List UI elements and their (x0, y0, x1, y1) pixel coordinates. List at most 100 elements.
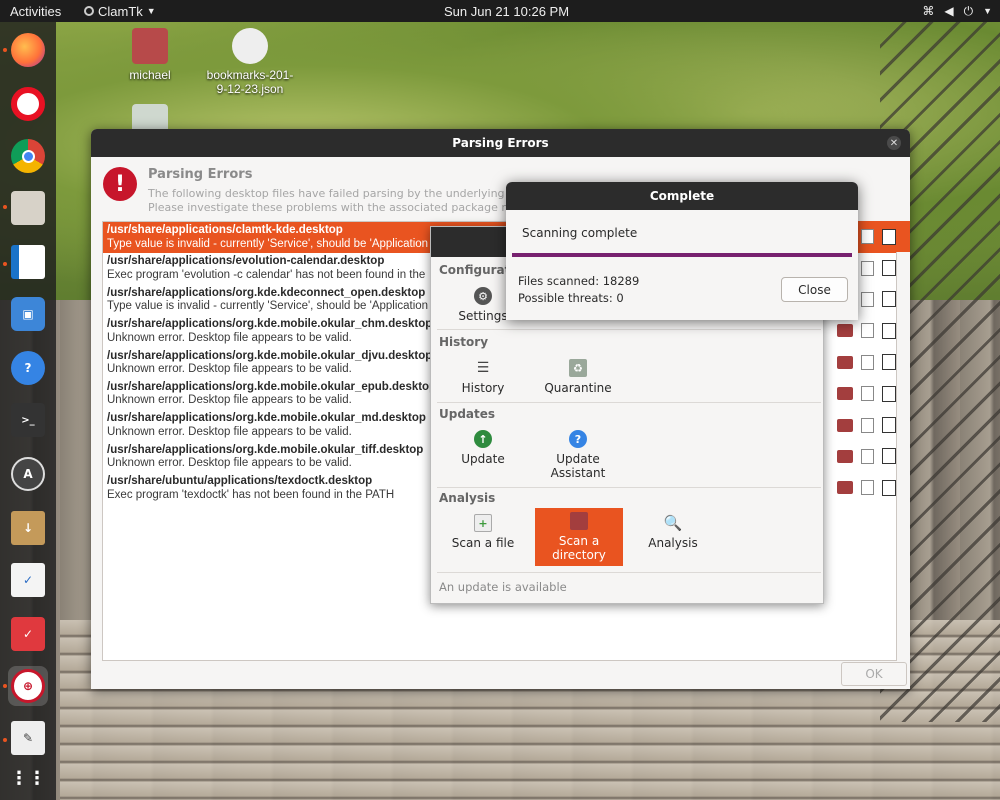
gear-icon: ⚙ (474, 287, 492, 305)
arrow-up-icon: ↑ (474, 430, 492, 448)
analysis-button[interactable]: 🔍 Analysis (629, 514, 717, 550)
terminal-icon[interactable]: >_ (8, 400, 48, 440)
app-menu[interactable]: ClamTk ▼ (84, 4, 156, 19)
help-icon[interactable]: ? (8, 348, 48, 388)
chevron-down-icon: ▼ (983, 6, 992, 16)
software-icon[interactable]: ▣ (8, 294, 48, 334)
desktop-icon-label: bookmarks-201-9-12-23.json (206, 68, 294, 96)
open-folder-icon[interactable] (837, 418, 853, 432)
open-folder-icon[interactable] (837, 387, 853, 401)
view-file-icon[interactable] (861, 417, 874, 433)
section-history: History (439, 335, 489, 349)
clock[interactable]: Sun Jun 21 10:26 PM (444, 4, 569, 19)
close-icon[interactable]: ✕ (887, 136, 901, 150)
network-icon: ⌘ (922, 4, 935, 18)
files-scanned: Files scanned: 18289 (518, 274, 640, 288)
top-bar: Activities ClamTk ▼ Sun Jun 21 10:26 PM … (0, 0, 1000, 22)
copy-icon[interactable] (882, 417, 896, 434)
app-menu-label: ClamTk (98, 3, 143, 19)
copy-icon[interactable] (882, 291, 896, 308)
scan-directory-label: Scan a directory (552, 534, 606, 562)
open-folder-icon[interactable] (837, 355, 853, 369)
view-file-icon[interactable] (861, 323, 874, 339)
software-updater-icon[interactable]: A (8, 454, 48, 494)
view-file-icon[interactable] (861, 260, 874, 276)
help-icon: ? (569, 430, 587, 448)
scan-status-message: Scanning complete (522, 226, 638, 240)
open-folder-icon[interactable] (837, 324, 853, 338)
section-updates: Updates (439, 407, 496, 421)
activities-button[interactable]: Activities (10, 4, 61, 19)
text-editor-icon[interactable]: ✎ (8, 718, 48, 758)
file-add-icon: + (474, 514, 492, 532)
firefox-icon[interactable] (8, 30, 48, 70)
json-file-icon (232, 28, 268, 64)
desktop-icon-label: michael (129, 68, 171, 82)
scan-file-button[interactable]: + Scan a file (439, 514, 527, 550)
archive-icon[interactable]: ↓ (8, 508, 48, 548)
window-title: Parsing Errors (452, 136, 549, 150)
task-app-icon[interactable]: ✓ (8, 614, 48, 654)
files-icon[interactable] (8, 188, 48, 228)
view-file-icon[interactable] (861, 386, 874, 402)
view-file-icon[interactable] (861, 291, 874, 307)
history-button[interactable]: ☰ History (439, 359, 527, 395)
open-folder-icon[interactable] (837, 481, 853, 495)
copy-icon[interactable] (882, 354, 896, 371)
update-label: Update (461, 452, 505, 466)
update-assistant-label: Update Assistant (550, 452, 606, 480)
dialog-description: Please investigate these problems with t… (148, 201, 529, 214)
progress-bar (512, 253, 852, 257)
list-icon: ☰ (476, 360, 490, 376)
copy-icon[interactable] (882, 448, 896, 465)
status-bar: An update is available (439, 580, 567, 594)
window-titlebar: Parsing Errors ✕ (91, 129, 910, 157)
view-file-icon[interactable] (861, 354, 874, 370)
settings-label: Settings (458, 309, 508, 323)
dialog-title: Complete (649, 189, 715, 203)
dialog-heading: Parsing Errors (148, 167, 253, 182)
folder-icon (570, 512, 588, 530)
scan-file-label: Scan a file (451, 536, 515, 550)
opera-icon[interactable] (8, 84, 48, 124)
copy-icon[interactable] (882, 260, 896, 277)
show-apps-icon[interactable]: ⋮⋮ (8, 758, 48, 798)
trash-icon: ♻ (569, 359, 587, 377)
view-file-icon[interactable] (861, 448, 874, 464)
copy-icon[interactable] (882, 322, 896, 339)
possible-threats: Possible threats: 0 (518, 291, 624, 305)
open-folder-icon[interactable] (837, 449, 853, 463)
scan-directory-button[interactable]: Scan a directory (535, 508, 623, 566)
complete-dialog: Complete Scanning complete Files scanned… (506, 182, 858, 320)
clamtk-dock-icon[interactable]: ⊕ (8, 666, 48, 706)
power-icon: ⏻ (963, 3, 974, 18)
ok-button[interactable]: OK (841, 662, 907, 686)
dock: ▣ ? >_ A ↓ ✓ ✓ ⊕ ✎ ⋮⋮ (0, 22, 56, 800)
system-tray[interactable]: ⌘ ◀ ⏻ ▼ (922, 4, 992, 19)
dialog-description: The following desktop files have failed … (148, 187, 533, 200)
error-icon: ! (103, 167, 137, 201)
close-button[interactable]: Close (781, 277, 848, 302)
section-analysis: Analysis (439, 491, 496, 505)
update-assistant-button[interactable]: ? Update Assistant (534, 430, 622, 480)
window-titlebar: Complete (506, 182, 858, 210)
update-button[interactable]: ↑ Update (439, 430, 527, 466)
document-viewer-icon[interactable]: ✓ (8, 560, 48, 600)
writer-icon[interactable] (8, 242, 48, 282)
history-label: History (461, 381, 505, 395)
volume-icon: ◀ (944, 4, 954, 18)
quarantine-button[interactable]: ♻ Quarantine (534, 359, 622, 395)
clamtk-small-icon (84, 6, 94, 16)
magnifier-icon: 🔍 (663, 514, 683, 532)
view-file-icon[interactable] (861, 480, 874, 496)
folder-home-icon (132, 28, 168, 64)
quarantine-label: Quarantine (544, 381, 612, 395)
copy-icon[interactable] (882, 479, 896, 496)
copy-icon[interactable] (882, 228, 896, 245)
progress-fill (512, 253, 852, 257)
chrome-icon[interactable] (8, 136, 48, 176)
copy-icon[interactable] (882, 385, 896, 402)
bookmarks-file-icon[interactable]: bookmarks-201-9-12-23.json (205, 28, 295, 96)
home-folder-icon[interactable]: michael (120, 28, 180, 82)
view-file-icon[interactable] (861, 229, 874, 245)
